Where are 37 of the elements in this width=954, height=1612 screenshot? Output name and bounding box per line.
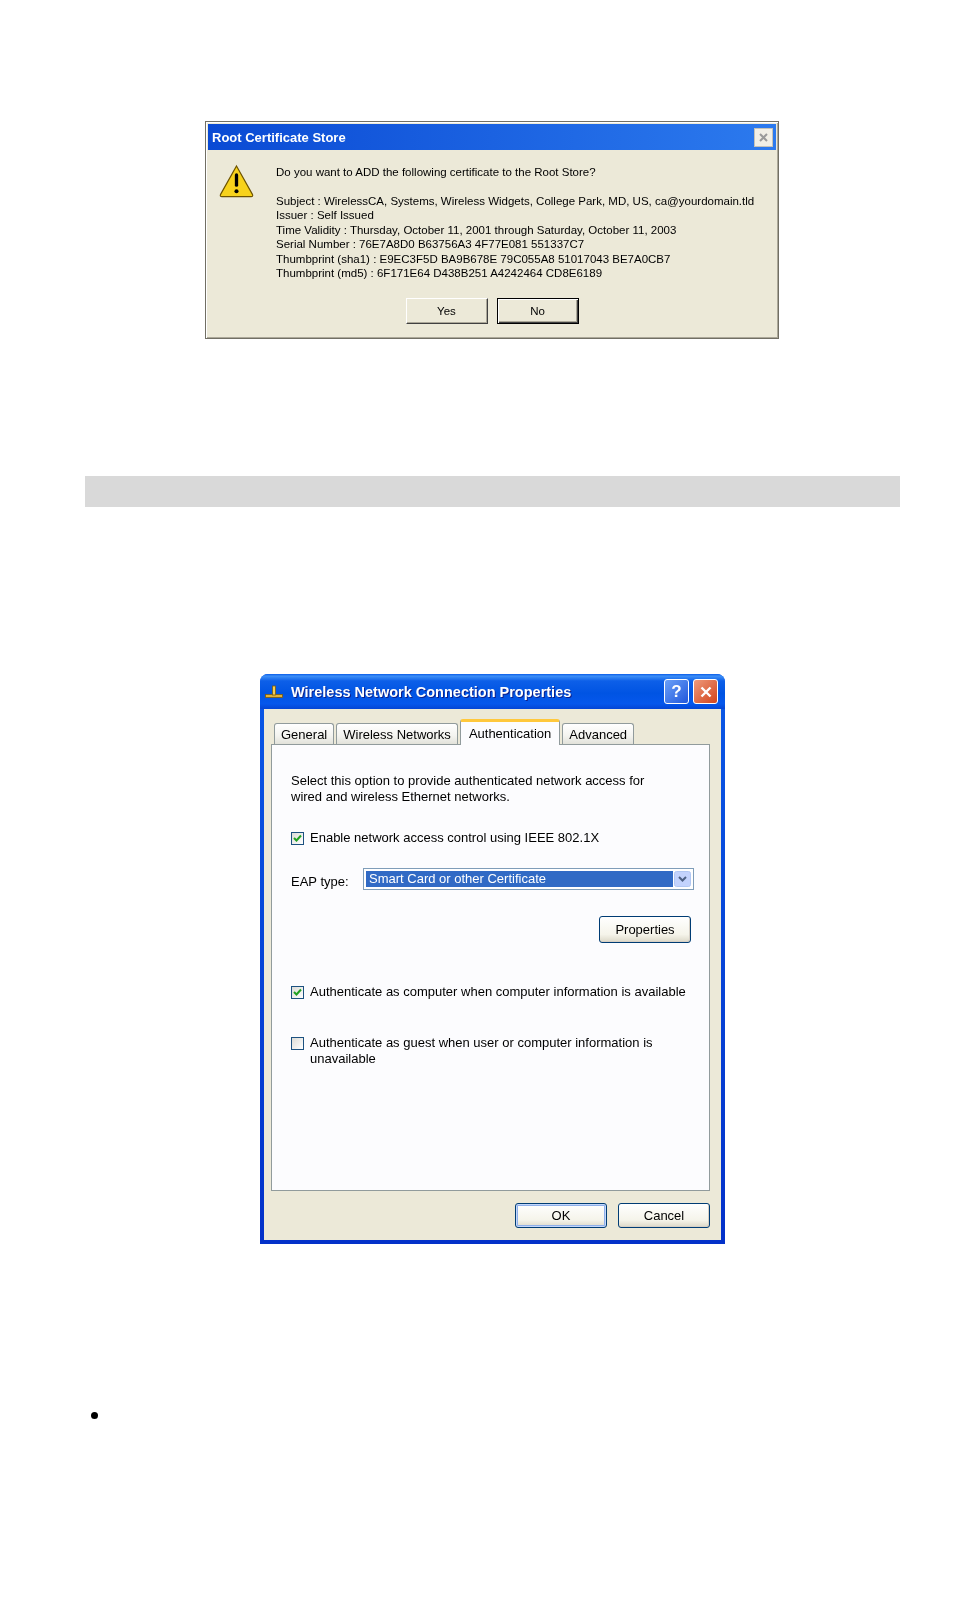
network-icon <box>265 684 283 699</box>
close-icon <box>699 685 712 698</box>
checkbox[interactable] <box>291 1036 304 1050</box>
tab[interactable]: General <box>274 723 335 744</box>
checkbox-label: Authenticate as guest when user or computer information is unavailable <box>310 1035 654 1067</box>
chevron-down-icon <box>674 871 691 887</box>
eap-type-dropdown[interactable]: Smart Card or other Certificate <box>363 868 694 890</box>
certificate-detail: Thumbprint (md5) : 6F171E64 D438B251 A4242464 CD8E6189 <box>276 266 604 281</box>
warning-icon <box>219 164 254 198</box>
properties-button[interactable]: Properties <box>599 916 691 943</box>
certificate-detail: Time Validity : Thursday, October 11, 2001 through Saturday, October 11, 2003 <box>276 222 678 237</box>
dialog-button[interactable]: OK <box>515 1203 607 1228</box>
description-text: Select this option to provide authenticated network access for wired and wireless Ethernet networks. <box>291 773 646 805</box>
checkbox-label: Enable network access control using IEEE 802.1X <box>310 830 600 846</box>
close-icon <box>759 132 768 142</box>
checkmark-icon <box>293 988 302 996</box>
certificate-detail: Issuer : Self Issued <box>276 208 375 223</box>
bullet-icon <box>91 1412 98 1419</box>
field-label: EAP type: <box>291 874 350 890</box>
checkbox-label: Authenticate as computer when computer information is available <box>310 984 686 1000</box>
dialog-title: Wireless Network Connection Properties <box>291 683 572 700</box>
help-button[interactable]: ? <box>664 679 689 704</box>
dialog-button[interactable]: No <box>496 298 579 324</box>
dialog-button[interactable]: Cancel <box>618 1203 710 1228</box>
certificate-detail: Serial Number : 76E7A8D0 B63756A3 4F77E081 551337C7 <box>276 237 586 252</box>
tab[interactable]: Authentication <box>459 719 561 745</box>
checkbox[interactable] <box>291 831 304 845</box>
checkmark-icon <box>293 834 302 842</box>
certificate-detail: Subject : WirelessCA, Systems, Wireless Widgets, College Park, MD, US, ca@yourdomain.tld <box>276 193 755 208</box>
tab[interactable]: Advanced <box>562 723 635 744</box>
question-text: Do you want to ADD the following certificate to the Root Store? <box>276 165 597 180</box>
close-button[interactable] <box>754 127 773 147</box>
certificate-detail: Thumbprint (sha1) : E9EC3F5D BA9B678E 79C055A8 51017043 BE7A0CB7 <box>276 251 672 266</box>
dialog-title: Root Certificate Store <box>212 129 346 145</box>
tab[interactable]: Wireless Networks <box>336 723 458 744</box>
dialog-button[interactable]: Yes <box>405 298 488 324</box>
checkbox[interactable] <box>291 985 304 999</box>
